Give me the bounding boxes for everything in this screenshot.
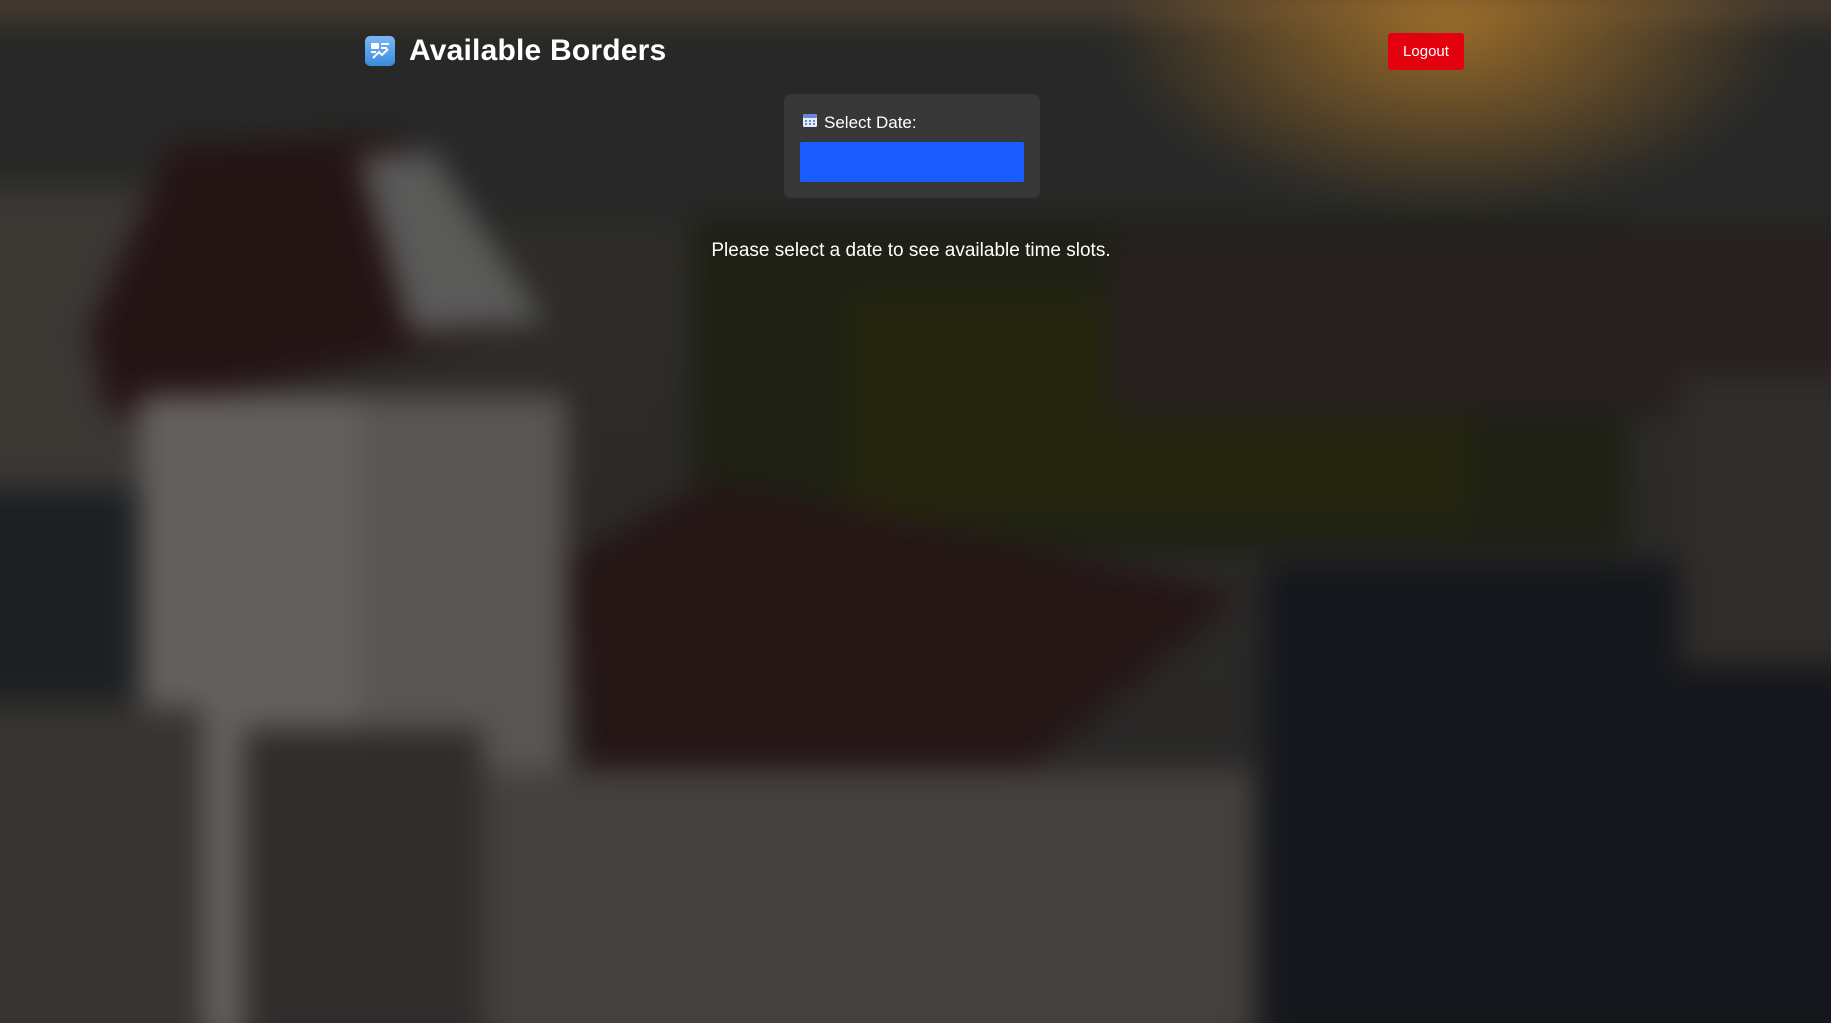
empty-state-message: Please select a date to see available ti…	[711, 240, 1111, 261]
date-input[interactable]	[800, 142, 1024, 182]
date-picker-panel: Select Date:	[784, 94, 1040, 198]
calendar-icon	[802, 112, 824, 133]
date-label: Select Date:	[824, 112, 917, 132]
page-header: Available Borders	[365, 34, 666, 68]
page-title: Available Borders	[409, 34, 667, 67]
logout-button[interactable]: Logout	[1388, 33, 1464, 70]
border-crossing-icon	[365, 36, 395, 66]
date-label-row: Select Date:	[802, 112, 917, 133]
